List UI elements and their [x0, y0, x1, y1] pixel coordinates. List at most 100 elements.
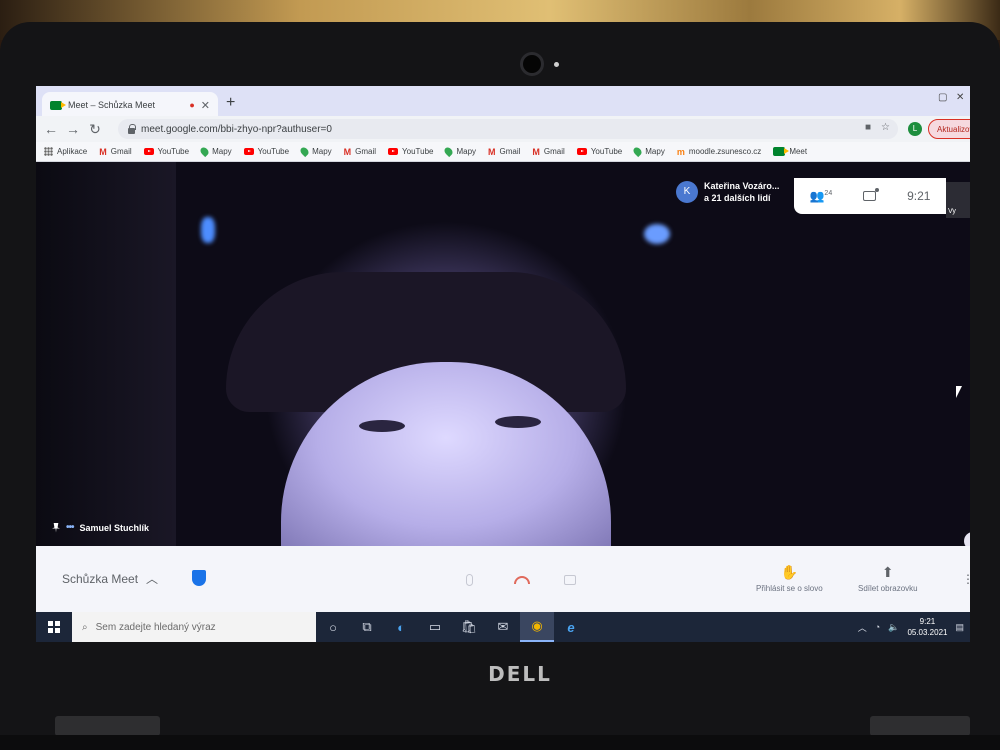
more-options-icon[interactable]: ⋮: [962, 572, 970, 586]
camera-icon[interactable]: [564, 575, 576, 585]
address-bar[interactable]: meet.google.com/bbi-zhyo-npr?authuser=0 …: [118, 119, 898, 139]
bookmark-maps[interactable]: Mapy: [198, 145, 232, 158]
presenter-chip-text: Kateřina Vozáro... a 21 dalších lidí: [704, 180, 779, 204]
volume-icon[interactable]: 🔈: [888, 622, 899, 633]
chat-icon[interactable]: [863, 188, 880, 201]
bookmark-gmail[interactable]: M Gmail: [99, 147, 131, 157]
hinge-right: [870, 716, 970, 736]
participant-eye-right: [495, 416, 541, 428]
back-icon[interactable]: ←: [40, 121, 62, 137]
hang-up-icon[interactable]: [514, 576, 530, 584]
forward-icon[interactable]: →: [62, 121, 84, 137]
clock-time: 9:21: [919, 617, 936, 626]
participant-eye-left: [359, 420, 405, 432]
present-icon: ⬆: [881, 564, 894, 580]
mail-icon[interactable]: ✉: [486, 612, 520, 642]
pin-icon[interactable]: [52, 522, 60, 533]
internet-explorer-icon[interactable]: e: [554, 612, 588, 642]
keyboard-app-icon[interactable]: ▭: [418, 612, 452, 642]
bookmark-label: Gmail: [110, 147, 132, 156]
url-text: meet.google.com/bbi-zhyo-npr?authuser=0: [141, 123, 332, 135]
bookmark-label: Mapy: [212, 147, 232, 156]
youtube-icon: [576, 148, 587, 155]
bookmark-label: Aplikace: [57, 147, 88, 156]
maps-icon: [443, 145, 455, 158]
bookmark-gmail[interactable]: M Gmail: [488, 147, 520, 157]
youtube-icon: [388, 148, 399, 155]
bookmark-moodle[interactable]: m moodle.zsunesco.cz: [677, 147, 762, 157]
self-label: Vy: [948, 208, 956, 215]
reload-icon[interactable]: ↻: [84, 121, 106, 138]
bookmark-star-icon[interactable]: ☆: [881, 122, 890, 133]
update-button[interactable]: Aktualizovat: [928, 119, 970, 139]
people-button[interactable]: 👥24: [809, 189, 832, 203]
close-window-icon[interactable]: ✕: [956, 92, 964, 103]
wifi-icon[interactable]: ◔: [875, 622, 880, 632]
participant-name-tag: ••• Samuel Stuchlík: [52, 522, 149, 533]
search-icon: ⌕: [82, 621, 88, 633]
taskbar-search-input[interactable]: ⌕ Sem zadejte hledaný výraz: [72, 612, 316, 642]
task-view-icon[interactable]: ⧉: [350, 612, 384, 642]
hand-icon: ✋: [780, 564, 799, 580]
bookmark-maps[interactable]: Mapy: [632, 145, 665, 158]
bookmark-youtube[interactable]: YouTube: [143, 147, 190, 156]
meet-controls-bar: Schůzka Meet ︿ ✋ Přihlásit se o slovo ⬆ …: [36, 546, 970, 612]
system-tray: ︿ ◔ 🔈 9:21 05.03.2021 ▤: [858, 612, 970, 642]
present-label: Sdílet obrazovku: [858, 584, 918, 593]
new-tab-button[interactable]: +: [226, 94, 235, 112]
gmail-icon: M: [532, 146, 540, 157]
bookmark-label: YouTube: [402, 147, 434, 156]
meeting-details-button[interactable]: Schůzka Meet ︿: [62, 570, 158, 587]
restore-icon[interactable]: ▢: [938, 92, 947, 103]
notifications-icon[interactable]: ▤: [955, 622, 964, 633]
maps-icon: [632, 145, 644, 158]
bookmark-youtube[interactable]: YouTube: [576, 147, 622, 156]
bookmark-gmail[interactable]: M Gmail: [532, 147, 564, 157]
address-bar-actions: ■ ☆: [865, 122, 890, 133]
store-icon[interactable]: 🛍: [452, 612, 486, 642]
others-count-label: a 21 dalších lidí: [704, 193, 771, 203]
bookmark-label: YouTube: [257, 147, 290, 156]
start-button[interactable]: [36, 612, 72, 642]
bookmark-apps[interactable]: Aplikace: [44, 147, 87, 156]
microphone-icon[interactable]: [466, 574, 473, 586]
bookmark-meet[interactable]: Meet: [773, 147, 807, 156]
bookmark-maps[interactable]: Mapy: [443, 145, 477, 158]
bookmark-label: YouTube: [157, 147, 190, 156]
host-controls-shield-icon[interactable]: [192, 570, 206, 586]
main-video-tile[interactable]: [36, 162, 970, 552]
presenter-chip[interactable]: K Kateřina Vozáro... a 21 dalších lidí: [676, 180, 779, 204]
self-view-tile[interactable]: Vy: [946, 182, 970, 218]
video-shadow: [36, 162, 176, 546]
lock-icon[interactable]: [128, 123, 136, 134]
bookmark-label: Gmail: [543, 147, 565, 156]
audio-level-icon: •••: [66, 522, 74, 533]
present-screen-button[interactable]: ⬆ Sdílet obrazovku: [858, 564, 918, 593]
bookmarks-bar: Aplikace M Gmail YouTube Mapy YouTube Map…: [36, 142, 970, 162]
bookmark-label: Mapy: [645, 147, 665, 156]
bookmark-youtube[interactable]: YouTube: [388, 147, 433, 156]
bookmark-youtube[interactable]: YouTube: [243, 147, 290, 156]
chrome-icon[interactable]: ◉: [520, 612, 554, 642]
windows-logo-icon: [48, 621, 60, 633]
tab-meet[interactable]: Meet – Schůzka Meet ● ✕: [42, 92, 218, 118]
close-tab-icon[interactable]: ✕: [201, 99, 210, 112]
people-count: 24: [824, 190, 833, 197]
tray-overflow-icon[interactable]: ︿: [858, 621, 867, 634]
raise-hand-button[interactable]: ✋ Přihlásit se o slovo: [756, 564, 823, 593]
meeting-title: Schůzka Meet: [62, 571, 139, 586]
webcam-led: [554, 62, 559, 67]
taskbar-clock[interactable]: 9:21 05.03.2021: [907, 616, 947, 638]
gmail-icon: M: [343, 146, 352, 157]
search-placeholder: Sem zadejte hledaný výraz: [95, 621, 216, 633]
edge-icon[interactable]: ◐: [384, 612, 418, 642]
clock-date: 05.03.2021: [907, 628, 948, 637]
cortana-icon[interactable]: ○: [316, 612, 350, 642]
bookmark-maps[interactable]: Mapy: [298, 145, 332, 158]
camera-permission-icon[interactable]: ■: [865, 122, 871, 133]
maps-icon: [298, 145, 311, 158]
profile-avatar[interactable]: L: [908, 122, 922, 136]
presenter-name: Kateřina Vozáro...: [704, 181, 780, 191]
bookmark-gmail[interactable]: M Gmail: [344, 147, 376, 157]
bookmark-label: Mapy: [456, 147, 477, 156]
